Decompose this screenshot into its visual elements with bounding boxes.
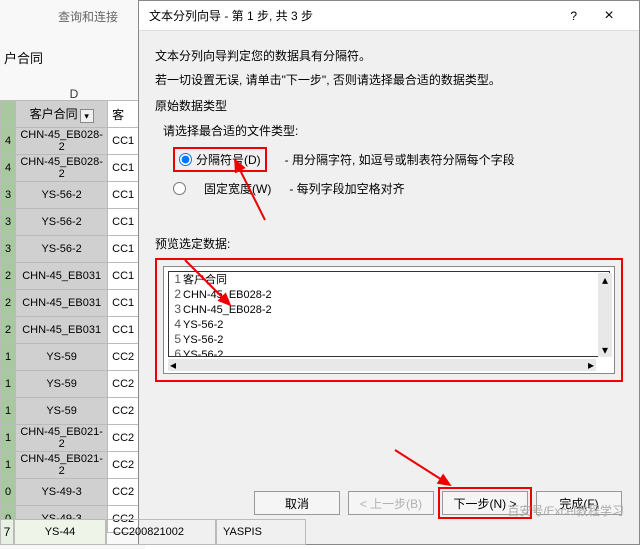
- cell[interactable]: CC1: [108, 290, 142, 317]
- row-header[interactable]: 2: [1, 263, 16, 290]
- scroll-down-icon[interactable]: ▾: [602, 343, 608, 357]
- watermark: 百安号/Excel教程学习: [507, 502, 624, 519]
- text-to-columns-wizard-dialog: 文本分列向导 - 第 1 步, 共 3 步 ? × 文本分列向导判定您的数据具有…: [138, 0, 640, 545]
- preview-scrollbar-h[interactable]: ◂▸: [168, 359, 596, 371]
- cell[interactable]: CC2: [108, 398, 142, 425]
- cell[interactable]: CC1: [108, 182, 142, 209]
- preview-box: 1客户合同2CHN-45_EB028-23CHN-45_EB028-24YS-5…: [163, 266, 615, 374]
- row-header[interactable]: 1: [1, 398, 16, 425]
- row-header[interactable]: 4: [1, 155, 16, 182]
- table-header-cell[interactable]: 客户合同▾: [16, 101, 108, 128]
- cell[interactable]: YS-59: [16, 371, 108, 398]
- cell[interactable]: CHN-45_EB031: [16, 317, 108, 344]
- row-header[interactable]: 7: [0, 519, 14, 545]
- cell[interactable]: CC200821002: [106, 519, 216, 545]
- row-header[interactable]: 1: [1, 344, 16, 371]
- cell[interactable]: YASPIS: [216, 519, 306, 545]
- cell[interactable]: CC1: [108, 263, 142, 290]
- radio-delimited-label[interactable]: 分隔符号(D): [196, 151, 261, 168]
- cell[interactable]: CHN-45_EB028-2: [16, 155, 108, 182]
- row-header[interactable]: 1: [1, 452, 16, 479]
- table-header-cell[interactable]: 客: [108, 101, 142, 128]
- preview-line: 4YS-56-2: [169, 317, 609, 332]
- cell[interactable]: YS-56-2: [16, 209, 108, 236]
- preview-line: 1客户合同: [169, 272, 609, 287]
- row-header[interactable]: 4: [1, 128, 16, 155]
- radio-fixed-width[interactable]: [173, 182, 186, 195]
- cell[interactable]: CHN-45_EB031: [16, 290, 108, 317]
- cell[interactable]: CC2: [108, 425, 142, 452]
- cell[interactable]: CC2: [108, 452, 142, 479]
- preview-line: 3CHN-45_EB028-2: [169, 302, 609, 317]
- radio-delimited-desc: - 用分隔字符, 如逗号或制表符分隔每个字段: [285, 151, 515, 168]
- wizard-intro-1: 文本分列向导判定您的数据具有分隔符。: [155, 47, 623, 65]
- cell[interactable]: CC2: [108, 344, 142, 371]
- cell[interactable]: YS-49-3: [16, 479, 108, 506]
- dialog-title: 文本分列向导 - 第 1 步, 共 3 步: [149, 1, 313, 31]
- formula-bar-text: 户合同: [4, 48, 43, 67]
- cell[interactable]: YS-59: [16, 398, 108, 425]
- fieldset-title: 原始数据类型: [155, 97, 623, 114]
- cell[interactable]: YS-56-2: [16, 236, 108, 263]
- scroll-up-icon[interactable]: ▴: [602, 273, 608, 287]
- preview-line: 2CHN-45_EB028-2: [169, 287, 609, 302]
- preview-scrollbar-v[interactable]: ▴▾: [598, 273, 612, 357]
- preview-label: 预览选定数据:: [155, 235, 623, 252]
- cell[interactable]: CC1: [108, 155, 142, 182]
- choose-type-label: 请选择最合适的文件类型:: [163, 122, 615, 139]
- row-header[interactable]: 0: [1, 479, 16, 506]
- worksheet-grid: 客户合同▾ 客 4CHN-45_EB028-2CC14CHN-45_EB028-…: [0, 100, 142, 533]
- wizard-intro-2: 若一切设置无误, 请单击"下一步", 否则请选择最合适的数据类型。: [155, 71, 623, 89]
- radio-fixed-width-desc: - 每列字段加空格对齐: [289, 180, 404, 197]
- row-header[interactable]: 1: [1, 371, 16, 398]
- back-button: < 上一步(B): [348, 491, 434, 515]
- cell[interactable]: CC1: [108, 317, 142, 344]
- cell[interactable]: CHN-45_EB028-2: [16, 128, 108, 155]
- cell[interactable]: CHN-45_EB031: [16, 263, 108, 290]
- preview-line: 5YS-56-2: [169, 332, 609, 347]
- row-header[interactable]: 2: [1, 290, 16, 317]
- column-header-d[interactable]: D: [68, 87, 80, 101]
- row-header[interactable]: 1: [1, 425, 16, 452]
- cell[interactable]: CC2: [108, 479, 142, 506]
- cancel-button[interactable]: 取消: [254, 491, 340, 515]
- cell[interactable]: YS-44: [14, 519, 106, 545]
- cell[interactable]: YS-59: [16, 344, 108, 371]
- cell[interactable]: CC2: [108, 371, 142, 398]
- row-header[interactable]: 3: [1, 182, 16, 209]
- cell[interactable]: CC1: [108, 128, 142, 155]
- cell[interactable]: CC1: [108, 209, 142, 236]
- scroll-left-icon[interactable]: ◂: [170, 358, 176, 372]
- preview-line: 6YS-56-2: [169, 347, 609, 357]
- filter-dropdown-icon[interactable]: ▾: [80, 109, 94, 123]
- row-header[interactable]: 3: [1, 209, 16, 236]
- radio-fixed-width-label[interactable]: 固定宽度(W): [204, 180, 271, 197]
- cell[interactable]: CHN-45_EB021-2: [16, 452, 108, 479]
- help-button[interactable]: ?: [570, 1, 577, 31]
- cell[interactable]: CC1: [108, 236, 142, 263]
- row-header[interactable]: 3: [1, 236, 16, 263]
- cell[interactable]: CHN-45_EB021-2: [16, 425, 108, 452]
- row-header[interactable]: 2: [1, 317, 16, 344]
- cell[interactable]: YS-56-2: [16, 182, 108, 209]
- close-button[interactable]: ×: [589, 1, 629, 31]
- radio-delimited[interactable]: [179, 153, 192, 166]
- ribbon-query-connect[interactable]: 查询和连接: [58, 8, 118, 25]
- row-header[interactable]: [1, 101, 16, 128]
- scroll-right-icon[interactable]: ▸: [588, 358, 594, 372]
